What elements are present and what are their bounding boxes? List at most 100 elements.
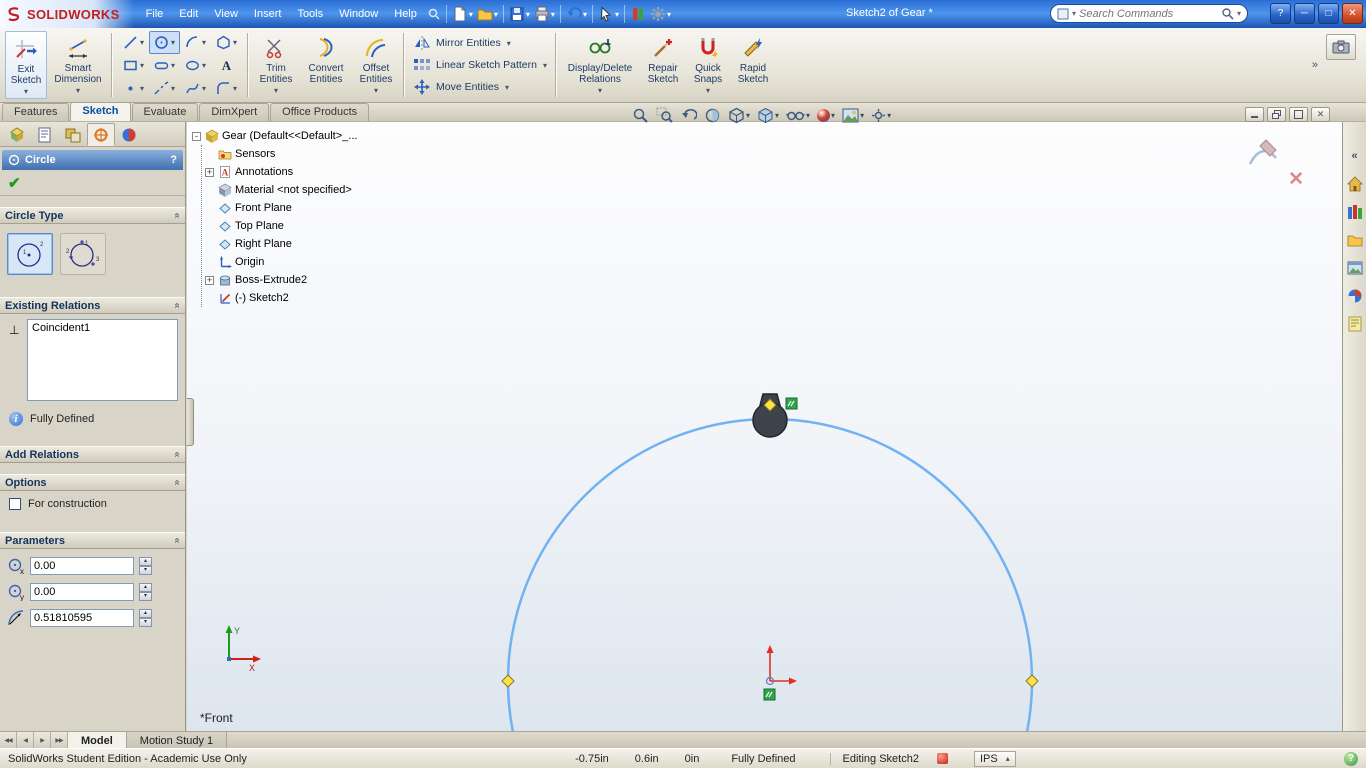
unit-system-selector[interactable]: IPS ▴ (974, 751, 1016, 767)
view-palette-button[interactable] (1345, 258, 1365, 278)
dropdown-icon[interactable]: ▾ (202, 38, 206, 47)
tree-item-front-plane[interactable]: Front Plane (205, 199, 357, 217)
maximize-button[interactable]: □ (1318, 3, 1339, 24)
file-explorer-button[interactable] (1345, 230, 1365, 250)
existing-relations-section-header[interactable]: Existing Relations « (0, 297, 185, 314)
first-tab-button[interactable]: ◀◀ (0, 732, 17, 748)
menu-help[interactable]: Help (386, 5, 425, 23)
relations-listbox[interactable]: Coincident1 (27, 319, 178, 401)
circle-type-section-header[interactable]: Circle Type « (0, 207, 185, 224)
tree-item-label[interactable]: Gear (Default<<Default>_... (222, 130, 357, 142)
tree-item-sensors[interactable]: Sensors (205, 145, 357, 163)
tree-item-top-plane[interactable]: Top Plane (205, 217, 357, 235)
text-tool-button[interactable]: A (211, 54, 242, 77)
next-tab-button[interactable]: ▶ (34, 732, 51, 748)
search-scope-icon[interactable] (1057, 8, 1069, 20)
dropdown-icon[interactable]: ▾ (202, 61, 206, 70)
property-manager-help-icon[interactable]: ? (170, 154, 177, 166)
tree-item-annotations[interactable]: + A Annotations (205, 163, 357, 181)
circle-tool-button[interactable]: ▾ (149, 31, 180, 54)
tree-collapse-box[interactable]: - (192, 132, 201, 141)
dropdown-icon[interactable]: ▾ (233, 38, 237, 47)
sketch-origin-marker[interactable] (767, 645, 798, 685)
tree-item-label[interactable]: Sensors (235, 148, 275, 160)
close-button[interactable]: ✕ (1342, 3, 1363, 24)
dropdown-icon[interactable]: ▾ (667, 10, 671, 19)
display-style-button[interactable]: ▾ (755, 106, 781, 126)
tree-item-label[interactable]: Annotations (235, 166, 293, 178)
dropdown-icon[interactable]: ▾ (374, 86, 378, 95)
tree-item-origin[interactable]: Origin (205, 253, 357, 271)
feature-manager-tab[interactable] (3, 123, 31, 146)
previous-view-button[interactable] (678, 106, 699, 126)
unit-system-expand-icon[interactable]: ▴ (1006, 754, 1010, 763)
relation-item[interactable]: Coincident1 (32, 322, 173, 334)
move-entities-button[interactable]: Move Entities ▾ (410, 77, 550, 97)
rectangle-tool-button[interactable]: ▾ (118, 54, 149, 77)
graphics-viewport[interactable]: Y X - Gear (Default<<Default>_... Sensor… (187, 122, 1342, 731)
undo-button[interactable]: ▾ (564, 3, 589, 25)
tree-expand-box[interactable]: + (205, 276, 214, 285)
tree-item-label[interactable]: Material <not specified> (235, 184, 352, 196)
search-scope-dropdown-icon[interactable]: ▾ (1072, 9, 1076, 18)
slot-tool-button[interactable]: ▾ (149, 54, 180, 77)
menu-file[interactable]: File (138, 5, 172, 23)
display-delete-relations-button[interactable]: Display/Delete Relations ▾ (561, 31, 639, 99)
point-tool-button[interactable]: ▾ (118, 77, 149, 100)
center-y-spinner[interactable]: ▴▾ (139, 583, 152, 601)
center-x-spinner[interactable]: ▴▾ (139, 557, 152, 575)
dropdown-icon[interactable]: ▾ (551, 10, 555, 19)
zoom-to-fit-button[interactable] (630, 106, 651, 126)
dropdown-icon[interactable]: ▾ (140, 61, 144, 70)
dropdown-icon[interactable]: ▾ (24, 87, 28, 96)
view-orientation-button[interactable]: ▾ (726, 106, 752, 126)
dropdown-icon[interactable]: ▾ (583, 10, 587, 19)
collapse-chevron-icon[interactable]: « (172, 452, 183, 458)
dropdown-icon[interactable]: ▾ (140, 84, 144, 93)
previous-tab-button[interactable]: ◀ (17, 732, 34, 748)
collapse-chevron-icon[interactable]: « (172, 213, 183, 219)
tab-office-products[interactable]: Office Products (270, 103, 369, 121)
dropdown-icon[interactable]: ▾ (860, 111, 864, 120)
dropdown-icon[interactable]: ▾ (274, 86, 278, 95)
for-construction-checkbox[interactable] (9, 498, 21, 510)
search-input[interactable] (1079, 8, 1218, 20)
confirmation-corner-cancel-button[interactable]: ✕ (1288, 168, 1304, 191)
center-y-input[interactable] (30, 583, 134, 601)
dropdown-icon[interactable]: ▾ (233, 84, 237, 93)
radius-input[interactable] (30, 609, 134, 627)
doc-minimize-button[interactable] (1245, 107, 1264, 122)
confirmation-corner-exit-sketch-button[interactable] (1246, 138, 1280, 168)
doc-restore-button[interactable] (1267, 107, 1286, 122)
dropdown-icon[interactable]: ▾ (505, 83, 509, 92)
perimeter-circle-button[interactable]: 123 (60, 233, 106, 275)
dropdown-icon[interactable]: ▾ (887, 111, 891, 120)
coincident-relation-badges[interactable] (764, 398, 797, 700)
tree-item-sketch2[interactable]: (-) Sketch2 (205, 289, 357, 307)
menu-edit[interactable]: Edit (171, 5, 206, 23)
dropdown-icon[interactable]: ▾ (171, 38, 175, 47)
screen-capture-button[interactable] (1326, 34, 1356, 60)
dropdown-icon[interactable]: ▾ (171, 61, 175, 70)
rebuild-button[interactable] (628, 3, 648, 25)
motion-study-tab[interactable]: Motion Study 1 (127, 732, 227, 748)
zoom-to-area-button[interactable] (654, 106, 675, 126)
options-button[interactable]: ▾ (648, 3, 673, 25)
polygon-tool-button[interactable]: ▾ (211, 31, 242, 54)
parameters-section-header[interactable]: Parameters « (0, 532, 185, 549)
solidworks-resources-button[interactable] (1345, 174, 1365, 194)
arc-tool-button[interactable]: ▾ (180, 31, 211, 54)
collapse-chevron-icon[interactable]: « (172, 480, 183, 486)
property-manager-tab[interactable] (31, 123, 59, 146)
dropdown-icon[interactable]: ▾ (543, 61, 547, 70)
dropdown-icon[interactable]: ▾ (775, 111, 779, 120)
trim-entities-button[interactable]: Trim Entities ▾ (253, 31, 299, 99)
doc-close-button[interactable]: ✕ (1311, 107, 1330, 122)
apply-scene-button[interactable]: ▾ (840, 106, 866, 126)
menu-window[interactable]: Window (331, 5, 386, 23)
dropdown-icon[interactable]: ▾ (76, 86, 80, 95)
dropdown-icon[interactable]: ▾ (806, 111, 810, 120)
tree-expand-box[interactable]: + (205, 168, 214, 177)
appearances-scenes-button[interactable] (1345, 286, 1365, 306)
design-library-button[interactable] (1345, 202, 1365, 222)
